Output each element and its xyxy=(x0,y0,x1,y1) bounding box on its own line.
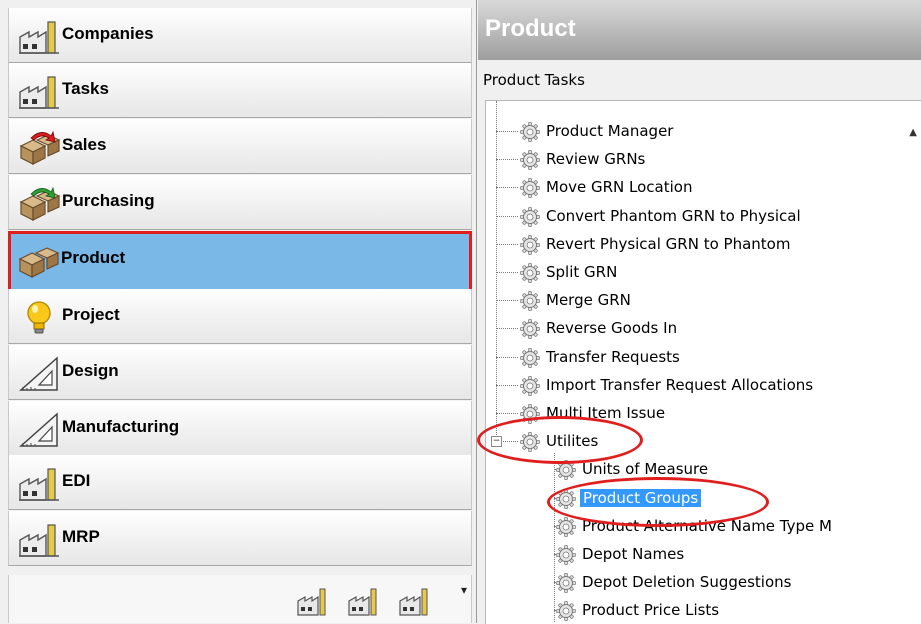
tree-item-label: Depot Deletion Suggestions xyxy=(582,573,792,592)
nav-item-purchasing[interactable]: Purchasing xyxy=(8,175,472,230)
task-tree[interactable]: ▲ Product Manager Review GRNs Move GRN Loc… xyxy=(485,100,921,624)
nav-item-label: Manufacturing xyxy=(62,417,180,436)
gear-icon xyxy=(520,347,540,368)
scroll-up-icon[interactable]: ▲ xyxy=(909,127,917,138)
tree-item-label: Product Price Lists xyxy=(582,601,720,620)
tree-connector xyxy=(496,413,518,414)
nav-item-label: Sales xyxy=(62,135,107,154)
task-pane: Product Product Tasks ▲ Product Manager R… xyxy=(476,0,921,624)
tree-item-label: Review GRNs xyxy=(546,150,646,169)
boxes-red-arrow-icon xyxy=(19,130,61,165)
chevron-down-icon[interactable]: ▾ xyxy=(461,583,471,597)
gear-icon xyxy=(520,122,540,142)
tree-connector xyxy=(496,159,518,161)
gear-icon xyxy=(520,263,540,283)
tree-connector xyxy=(496,215,518,217)
tree-item-label: Multi Item Issue xyxy=(546,404,666,422)
tree-connector xyxy=(496,300,518,302)
gear-icon xyxy=(520,432,540,453)
boxes-icon xyxy=(18,247,60,278)
gear-icon xyxy=(556,488,576,509)
tree-item-label: Utilites xyxy=(546,432,599,451)
factory-icon[interactable] xyxy=(398,587,432,617)
factory-icon[interactable] xyxy=(347,587,381,617)
gear-icon xyxy=(556,573,576,594)
tree-item-label: Merge GRN xyxy=(546,291,631,310)
tree-connector xyxy=(496,384,518,386)
pane-subtitle: Product Tasks xyxy=(483,71,585,89)
pane-title: Product xyxy=(485,15,576,42)
factory-icon xyxy=(19,468,59,501)
nav-item-label: Product xyxy=(61,248,126,267)
factory-icon xyxy=(19,524,59,557)
nav-item-edi[interactable]: EDI xyxy=(8,455,472,510)
tree-connector xyxy=(496,328,518,330)
tree-item-label: Reverse Goods In xyxy=(546,319,678,338)
gear-icon xyxy=(556,601,576,622)
nav-item-label: Companies xyxy=(62,24,154,43)
tree-connector xyxy=(496,356,518,358)
gear-icon xyxy=(520,319,540,340)
tree-item-label: Product Manager xyxy=(546,122,674,140)
nav-item-manufacturing[interactable]: Manufacturing xyxy=(8,401,472,456)
tree-item-label: Import Transfer Request Allocations xyxy=(546,375,814,394)
nav-item-project[interactable]: Project xyxy=(8,289,472,344)
nav-item-sales[interactable]: Sales xyxy=(8,119,472,174)
nav-item-product[interactable]: Product xyxy=(8,231,472,293)
tree-connector xyxy=(496,243,518,245)
nav-item-label: MRP xyxy=(62,527,100,546)
nav-item-label: EDI xyxy=(62,471,91,490)
nav-item-label: Project xyxy=(62,305,120,324)
tree-item-label: Units of Measure xyxy=(582,460,709,479)
tree-item-label: Split GRN xyxy=(546,263,618,281)
tree-item-label: Product Alternative Name Type M xyxy=(582,516,832,535)
set-square-icon xyxy=(19,412,58,447)
set-square-icon xyxy=(19,356,58,391)
nav-item-tasks[interactable]: Tasks xyxy=(8,63,472,118)
gear-icon xyxy=(520,404,540,424)
gear-icon xyxy=(520,291,540,312)
nav-item-companies[interactable]: Companies xyxy=(8,8,472,63)
navigation-pane: Companies Tasks Sales Purchasing Product Proj… xyxy=(0,0,475,623)
gear-icon xyxy=(556,516,576,537)
pane-header: Product xyxy=(478,0,921,60)
collapse-expander-icon[interactable]: − xyxy=(491,436,502,448)
tree-connector xyxy=(496,272,518,273)
tree-item-label: Transfer Requests xyxy=(546,347,680,366)
gear-icon xyxy=(520,234,540,255)
tree-connector xyxy=(496,131,518,132)
nav-footer: ▾ xyxy=(8,575,472,623)
tree-item-label: Move GRN Location xyxy=(546,178,693,197)
gear-icon xyxy=(520,375,540,396)
tree-connector xyxy=(554,453,555,623)
lightbulb-icon xyxy=(27,301,51,334)
gear-icon xyxy=(520,150,540,171)
tree-item-label: Product Groups xyxy=(580,488,702,507)
gear-icon xyxy=(556,545,576,565)
factory-icon xyxy=(19,76,59,109)
tree-connector xyxy=(496,187,518,189)
gear-icon xyxy=(556,460,576,481)
boxes-green-arrow-icon xyxy=(19,186,61,221)
nav-item-label: Tasks xyxy=(62,79,109,98)
nav-item-mrp[interactable]: MRP xyxy=(8,511,472,566)
nav-item-label: Purchasing xyxy=(62,191,155,210)
nav-item-design[interactable]: Design xyxy=(8,345,472,400)
tree-item-label: Depot Names xyxy=(582,545,685,563)
factory-icon[interactable] xyxy=(296,587,330,617)
nav-item-label: Design xyxy=(62,361,119,380)
tree-item-label: Convert Phantom GRN to Physical xyxy=(546,206,801,225)
tree-item-label: Revert Physical GRN to Phantom xyxy=(546,234,791,253)
factory-icon xyxy=(19,21,59,54)
gear-icon xyxy=(520,178,540,199)
gear-icon xyxy=(520,206,540,227)
